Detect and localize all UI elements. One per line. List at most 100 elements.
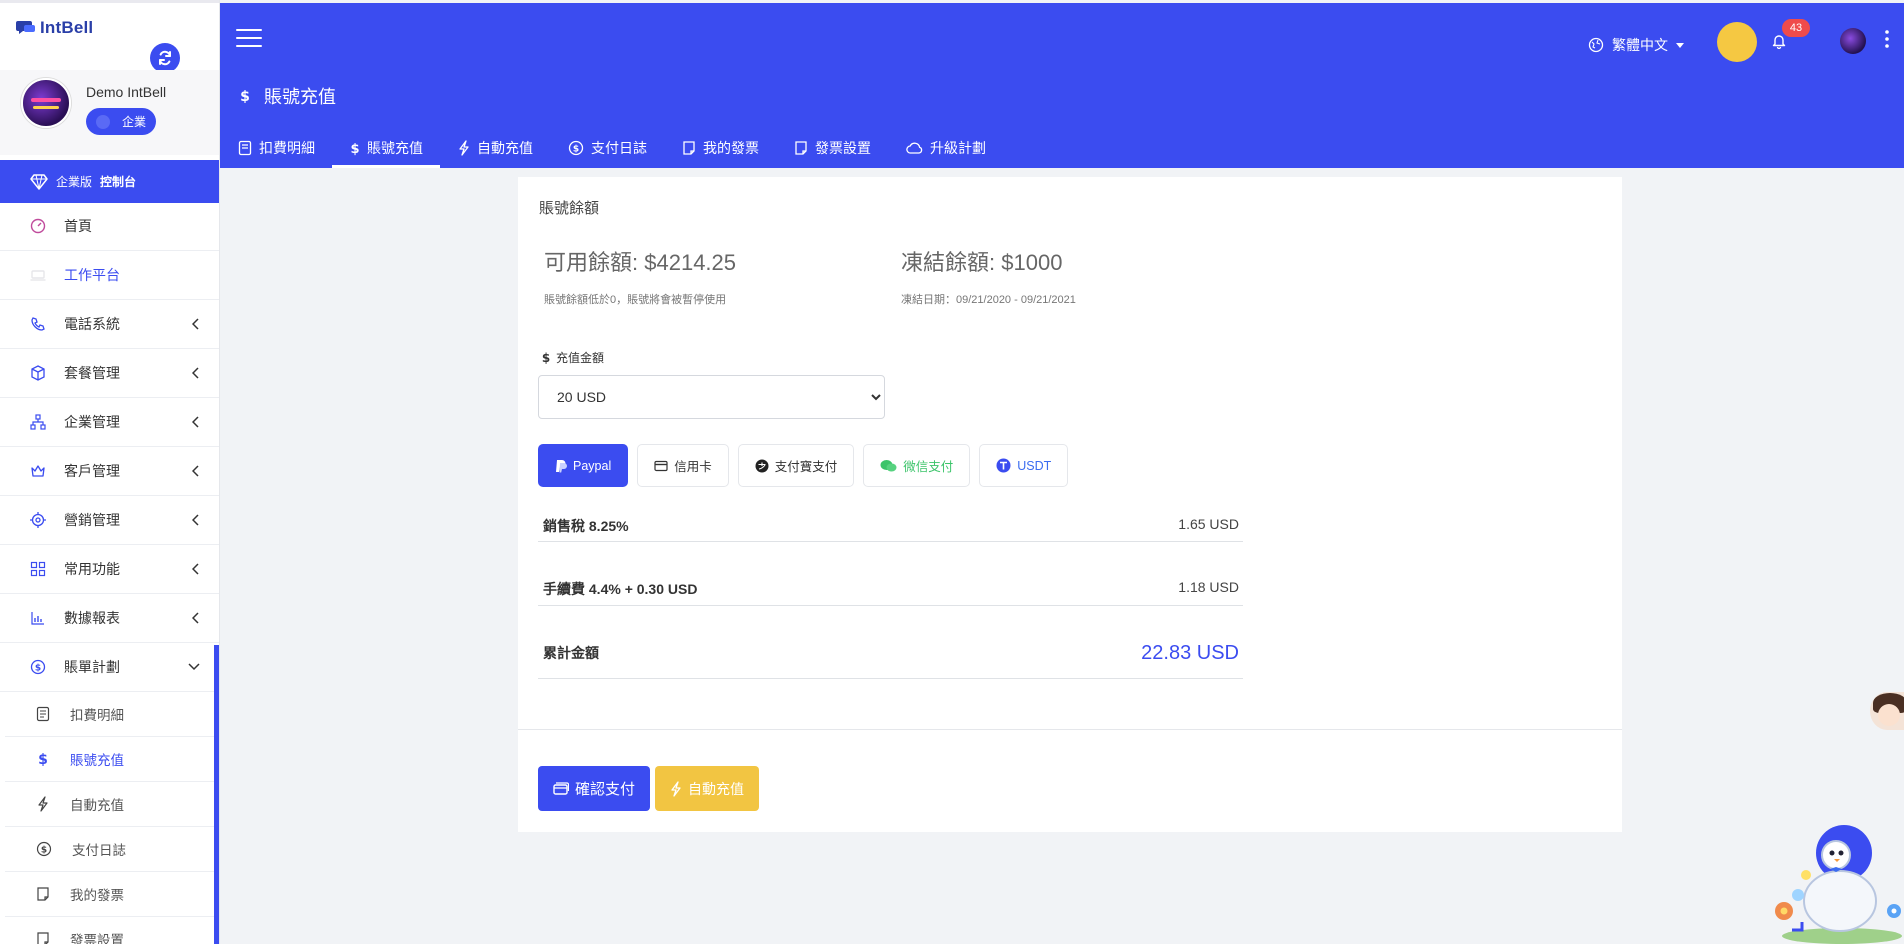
auto-recharge-label: 自動充值: [688, 780, 744, 797]
sidebar-subitem-my-invoices[interactable]: 我的發票: [5, 872, 215, 917]
sidebar-item-reports[interactable]: 數據報表: [0, 594, 219, 643]
dollar-icon: $: [542, 351, 550, 365]
logo-text: IntBell: [40, 18, 94, 37]
frozen-date-note: 凍結日期：09/21/2020 - 09/21/2021: [901, 294, 1076, 306]
chat-bubble-logo-icon: [16, 19, 36, 37]
fee-name: 銷售稅 8.25%: [543, 518, 629, 534]
tab-recharge[interactable]: $ 賬號充值: [332, 127, 440, 168]
tab-deduction-details[interactable]: 扣費明細: [220, 127, 332, 168]
sidebar-item-customer[interactable]: 客戶管理: [0, 447, 219, 496]
wechat-icon: [880, 459, 897, 473]
avatar[interactable]: [21, 78, 71, 128]
sidebar-subitem-label: 賬號充值: [70, 753, 124, 768]
tab-label: 發票設置: [815, 139, 871, 156]
sidebar-item-label: 客戶管理: [64, 463, 120, 479]
sidebar-item-label: 常用功能: [64, 561, 120, 577]
svg-text:$: $: [573, 144, 579, 154]
payment-credit-card-button[interactable]: 信用卡: [637, 444, 729, 487]
receipt-icon: [36, 706, 50, 722]
tab-my-invoices[interactable]: 我的發票: [664, 127, 776, 168]
payment-paypal-button[interactable]: Paypal: [538, 444, 629, 487]
target-icon: [30, 512, 46, 528]
chevron-left-icon: [192, 514, 200, 526]
sync-button[interactable]: [150, 43, 180, 73]
language-selector[interactable]: 繁體中文: [1588, 35, 1684, 55]
bar-chart-icon: [30, 610, 46, 626]
section-title: 賬號餘額: [539, 200, 600, 217]
sidebar-item-enterprise[interactable]: 企業管理: [0, 398, 219, 447]
top-header: 繁體中文 43 $ 賬號充值 扣費明細 $ 賬號充值 自動充值 $ 支付日誌 我…: [220, 3, 1904, 168]
sidebar-item-label: 賬單計劃: [64, 659, 120, 675]
console-prefix: 企業版: [56, 175, 93, 189]
dollar-icon: $: [240, 88, 250, 104]
fee-row-handling-fee: 手續費 4.4% + 0.30 USD 1.18 USD: [538, 542, 1243, 606]
phone-icon: [30, 316, 46, 332]
sidebar-item-billing[interactable]: $ 賬單計劃: [0, 643, 219, 692]
user-status-avatar[interactable]: [1717, 22, 1757, 62]
payment-alipay-button[interactable]: 支付寶支付: [737, 444, 855, 487]
payment-label: 微信支付: [903, 460, 954, 474]
tab-auto-recharge[interactable]: 自動充值: [440, 127, 550, 168]
tab-label: 支付日誌: [591, 139, 647, 156]
customer-service-avatar[interactable]: [1870, 692, 1904, 730]
sidebar-item-package[interactable]: 套餐管理: [0, 349, 219, 398]
role-badge[interactable]: 企業: [86, 108, 156, 135]
sidebar-item-phone-system[interactable]: 電話系統: [0, 300, 219, 349]
tab-upgrade-plan[interactable]: 升級計劃: [888, 127, 1003, 168]
dollar-circle-icon: $: [568, 140, 584, 156]
laptop-icon: [30, 267, 46, 283]
sidebar-item-home[interactable]: 首頁: [0, 202, 219, 251]
package-box-icon: [30, 365, 46, 381]
toggle-dot-icon: [96, 114, 110, 129]
top-line: [0, 0, 219, 3]
payment-methods: Paypal 信用卡 支付寶支付 微信支付 USDT: [538, 444, 1069, 487]
invoice-icon: [36, 886, 50, 902]
caret-down-icon: [1676, 42, 1684, 48]
notification-button[interactable]: [1772, 33, 1786, 54]
grid-icon: [30, 561, 46, 577]
recharge-card: 賬號餘額 可用餘額: $4214.25 賬號餘額低於0，賬號將會被暫停使用 凍結…: [518, 177, 1622, 832]
tab-label: 扣費明細: [259, 139, 315, 156]
invoice-icon: [682, 140, 696, 156]
credit-card-icon: [654, 460, 668, 472]
frozen-balance-label: 凍結餘額:: [901, 250, 996, 275]
sidebar-subitem-auto-recharge[interactable]: 自動充值: [5, 782, 215, 827]
sidebar: IntBell Demo IntBell 企業 企業版 控制台 首頁 工作平台 …: [0, 0, 220, 944]
sidebar-subitem-invoice-settings[interactable]: 發票設置: [5, 917, 215, 944]
hamburger-icon: [236, 29, 262, 31]
logo[interactable]: IntBell: [16, 18, 93, 38]
bell-icon: [1772, 33, 1786, 49]
tether-icon: [996, 458, 1011, 473]
chat-assistant-mascot[interactable]: [1770, 815, 1904, 944]
svg-text:$: $: [41, 846, 47, 856]
tab-invoice-settings[interactable]: 發票設置: [776, 127, 888, 168]
sidebar-subitem-label: 發票設置: [70, 933, 124, 944]
lightning-icon: [458, 139, 470, 156]
header-avatar[interactable]: [1840, 28, 1866, 54]
confirm-payment-button[interactable]: 確認支付: [538, 766, 651, 811]
payment-wechat-button[interactable]: 微信支付: [863, 444, 971, 487]
sidebar-subitem-label: 我的發票: [70, 888, 124, 903]
available-balance-label: 可用餘額:: [544, 250, 639, 275]
frozen-balance: 凍結餘額: $1000: [901, 245, 1062, 277]
menu-toggle-button[interactable]: [236, 29, 262, 49]
payment-card-icon: [553, 781, 569, 796]
auto-recharge-button[interactable]: 自動充值: [655, 766, 759, 811]
sidebar-subitem-deduction-details[interactable]: 扣費明細: [5, 692, 215, 737]
sidebar-item-label: 企業管理: [64, 414, 120, 430]
submenu-accent-bar: [214, 645, 219, 944]
console-banner[interactable]: 企業版 控制台: [0, 160, 219, 203]
diamond-icon: [30, 173, 48, 190]
more-options-button[interactable]: [1885, 30, 1889, 53]
sidebar-subitem-payment-log[interactable]: $ 支付日誌: [5, 827, 215, 872]
tab-payment-log[interactable]: $ 支付日誌: [550, 127, 664, 168]
tab-label: 升級計劃: [930, 139, 986, 156]
sidebar-subitem-recharge[interactable]: $ 賬號充值: [5, 737, 215, 782]
sidebar-item-marketing[interactable]: 營銷管理: [0, 496, 219, 545]
available-balance-value: $4214.25: [644, 250, 737, 275]
sidebar-item-workbench[interactable]: 工作平台: [0, 251, 219, 300]
frozen-balance-value: $1000: [1001, 250, 1063, 275]
payment-usdt-button[interactable]: USDT: [979, 444, 1069, 487]
recharge-amount-select[interactable]: 20 USD: [538, 375, 885, 419]
sidebar-item-common-functions[interactable]: 常用功能: [0, 545, 219, 594]
